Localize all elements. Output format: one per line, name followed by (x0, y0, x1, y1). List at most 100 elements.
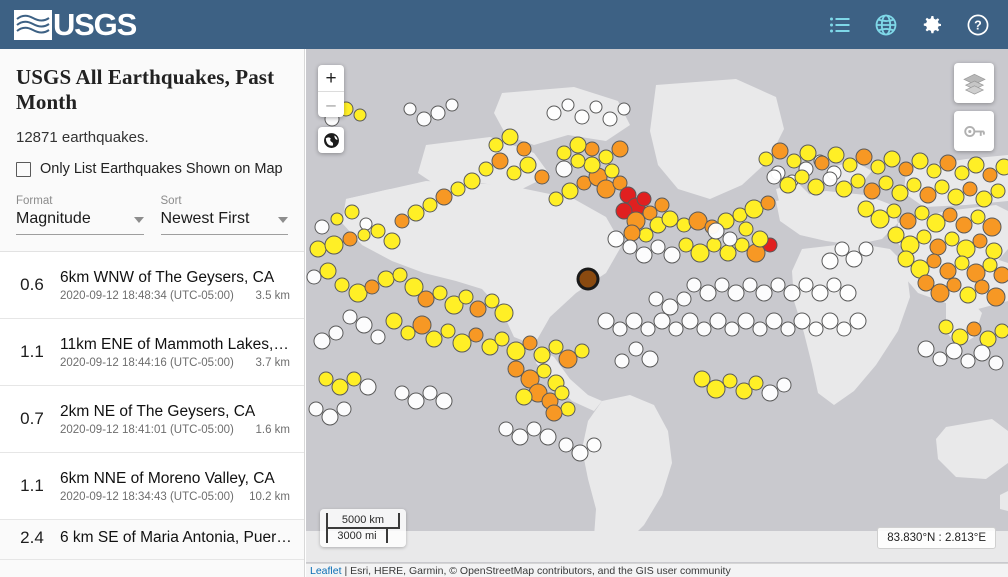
earthquake-marker[interactable] (975, 190, 993, 208)
earthquake-marker[interactable] (748, 375, 764, 391)
earthquake-marker[interactable] (370, 223, 386, 239)
earthquake-marker[interactable] (501, 128, 519, 146)
earthquake-list-item[interactable]: 0.7 2km NE of The Geysers, CA 2020-09-12 1… (0, 386, 304, 453)
earthquake-marker[interactable] (654, 197, 670, 213)
earthquake-marker[interactable] (970, 209, 986, 225)
earthquake-marker[interactable] (663, 246, 681, 264)
earthquake-marker[interactable] (849, 312, 867, 330)
earthquake-marker[interactable] (334, 277, 350, 293)
earthquake-marker[interactable] (440, 323, 456, 339)
earthquake-marker[interactable] (597, 312, 615, 330)
earthquake-marker[interactable] (435, 188, 453, 206)
earthquake-marker[interactable] (919, 186, 937, 204)
earthquake-marker[interactable] (690, 243, 710, 263)
earthquake-marker[interactable] (604, 163, 620, 179)
earthquake-marker[interactable] (313, 332, 331, 350)
earthquake-marker[interactable] (570, 153, 586, 169)
earthquake-marker[interactable] (696, 321, 712, 337)
earthquake-marker[interactable] (625, 312, 643, 330)
earthquake-marker[interactable] (939, 154, 957, 172)
earthquake-marker[interactable] (319, 262, 337, 280)
earthquake-marker[interactable] (765, 312, 783, 330)
earthquake-marker[interactable] (344, 204, 360, 220)
earthquake-marker[interactable] (612, 321, 628, 337)
earthquake-marker[interactable] (811, 284, 829, 302)
earthquake-marker[interactable] (491, 152, 509, 170)
only-list-shown-on-map-checkbox-row[interactable]: Only List Earthquakes Shown on Map (16, 161, 288, 177)
earthquake-marker[interactable] (954, 165, 970, 181)
earthquake-marker[interactable] (468, 327, 484, 343)
earthquake-marker[interactable] (930, 283, 950, 303)
earthquake-marker[interactable] (548, 191, 564, 207)
earthquake-list-item[interactable]: 0.6 6km WNW of The Geysers, CA 2020-09-12 … (0, 252, 304, 319)
earthquake-marker[interactable] (982, 167, 998, 183)
earthquake-marker[interactable] (752, 321, 768, 337)
earthquake-marker[interactable] (939, 262, 957, 280)
usgs-brand[interactable]: USGS (14, 9, 137, 40)
earthquake-marker[interactable] (676, 291, 692, 307)
earthquake-marker[interactable] (488, 137, 504, 153)
earthquake-marker[interactable] (911, 152, 929, 170)
earthquake-marker[interactable] (450, 181, 466, 197)
earthquake-marker[interactable] (751, 230, 769, 248)
earthquake-marker[interactable] (416, 111, 432, 127)
legend-key-icon[interactable] (954, 111, 994, 151)
earthquake-marker[interactable] (506, 165, 522, 181)
earthquake-marker[interactable] (982, 257, 998, 273)
earthquake-marker[interactable] (898, 161, 914, 177)
layers-stack-icon[interactable] (954, 63, 994, 103)
only-list-shown-on-map-checkbox[interactable] (16, 161, 31, 177)
earthquake-marker[interactable] (494, 303, 514, 323)
earthquake-marker[interactable] (469, 300, 487, 318)
earthquake-marker[interactable] (770, 277, 786, 293)
earthquake-marker[interactable] (558, 349, 578, 369)
earthquake-marker[interactable] (412, 315, 432, 335)
earthquake-marker[interactable] (798, 277, 814, 293)
earthquake-marker[interactable] (353, 108, 367, 122)
earthquake-marker[interactable] (536, 363, 552, 379)
earthquake-marker[interactable] (988, 355, 1004, 371)
world-map[interactable] (306, 49, 1008, 562)
earthquake-marker[interactable] (926, 163, 942, 179)
earthquake-marker[interactable] (314, 219, 330, 235)
earthquake-marker[interactable] (779, 176, 797, 194)
earthquake-marker[interactable] (678, 237, 694, 253)
earthquake-marker[interactable] (635, 246, 653, 264)
earthquake-marker[interactable] (886, 203, 902, 219)
format-select[interactable]: Magnitude (16, 210, 144, 235)
earthquake-marker[interactable] (494, 331, 510, 347)
earthquake-marker[interactable] (602, 111, 618, 127)
earthquake-marker[interactable] (661, 298, 679, 316)
earthquake-marker[interactable] (534, 169, 550, 185)
globe-icon[interactable] (874, 13, 898, 37)
earthquake-marker[interactable] (990, 183, 1006, 199)
earthquake-marker[interactable] (722, 373, 738, 389)
earthquake-marker[interactable] (359, 378, 377, 396)
earthquake-marker[interactable] (891, 184, 909, 202)
earthquake-marker[interactable] (622, 239, 638, 255)
earthquake-marker[interactable] (938, 319, 954, 335)
earthquake-marker[interactable] (598, 149, 614, 165)
earthquake-marker[interactable] (650, 239, 666, 255)
earthquake-marker[interactable] (850, 173, 866, 189)
earthquake-marker[interactable] (709, 312, 727, 330)
earthquake-marker[interactable] (558, 437, 574, 453)
earthquake-marker[interactable] (561, 182, 579, 200)
earthquake-marker[interactable] (794, 169, 810, 185)
earthquake-marker[interactable] (561, 98, 575, 112)
earthquake-marker[interactable] (526, 421, 542, 437)
earthquake-marker[interactable] (707, 222, 725, 240)
earthquake-marker[interactable] (370, 329, 386, 345)
earthquake-marker[interactable] (722, 231, 738, 247)
earthquake-marker[interactable] (574, 109, 590, 125)
list-view-icon[interactable] (828, 13, 852, 37)
earthquake-marker[interactable] (799, 144, 817, 162)
earthquake-marker[interactable] (425, 330, 443, 348)
earthquake-marker[interactable] (306, 269, 322, 285)
earthquake-marker[interactable] (737, 312, 755, 330)
map-container[interactable]: + – 5000 km 3000 mi 83.830°N: 2.813°E L… (306, 49, 1008, 577)
earthquake-marker[interactable] (842, 157, 858, 173)
earthquake-marker[interactable] (766, 169, 782, 185)
earthquake-marker[interactable] (653, 312, 671, 330)
earthquake-marker[interactable] (569, 136, 587, 154)
